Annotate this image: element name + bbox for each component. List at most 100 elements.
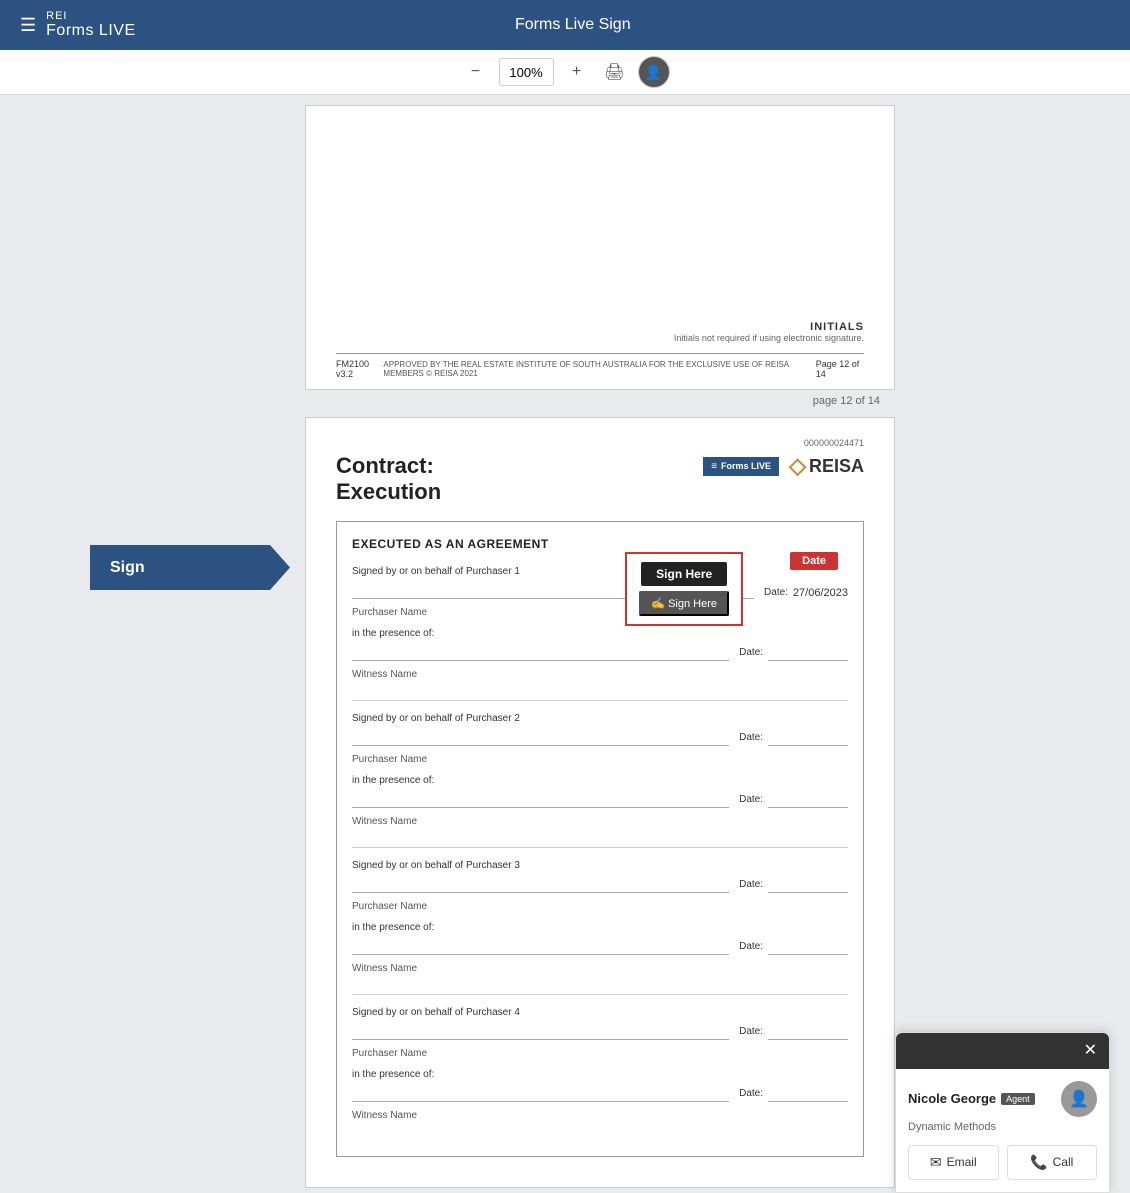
main-area: Sign INITIALS Initials not required if u… — [0, 95, 1130, 1193]
chat-close-button[interactable]: ✕ — [1084, 1043, 1097, 1059]
contract-header: Contract: Execution ≡ Forms LIVE ◇ REISA — [336, 453, 864, 506]
hamburger-icon[interactable]: ☰ — [20, 15, 36, 36]
chat-actions: ✉ Email 📞 Call — [908, 1145, 1097, 1180]
brand-rei: REI — [46, 10, 135, 22]
forms-live-icon: ≡ — [711, 461, 717, 472]
reisa-logo: ◇ REISA — [789, 453, 864, 479]
purchaser-1-presence-label: in the presence of: — [352, 628, 848, 639]
purchaser-3-row: Signed by or on behalf of Purchaser 3 Da… — [352, 860, 848, 974]
purchaser-2-signed-label: Signed by or on behalf of Purchaser 2 — [352, 713, 848, 724]
chat-agent-badge: Agent — [1001, 1093, 1035, 1105]
form-id: FM2100 v3.2 — [336, 359, 383, 379]
purchaser-1-date-row: Date: 27/06/2023 — [764, 587, 848, 599]
zoom-out-button[interactable]: − — [461, 57, 491, 87]
purchaser-1-witness-date-row: Date: — [739, 645, 848, 661]
chat-agent-info: Nicole George Agent — [908, 1091, 1035, 1106]
purchaser-3-date-row: Date: — [739, 877, 848, 893]
chat-avatar: 👤 — [1061, 1081, 1097, 1117]
purchaser-3-date-label: Date: — [739, 879, 763, 890]
app-header: ☰ REI Forms LIVE Forms Live Sign — [0, 0, 1130, 50]
document-area: INITIALS Initials not required if using … — [290, 95, 910, 1193]
page-12-end: INITIALS Initials not required if using … — [305, 105, 895, 390]
purchaser-4-signed-label: Signed by or on behalf of Purchaser 4 — [352, 1007, 848, 1018]
contract-title-block: Contract: Execution — [336, 453, 441, 506]
execution-title: EXECUTED AS AN AGREEMENT — [352, 537, 848, 551]
purchaser-2-witness-sig-line[interactable] — [352, 788, 729, 808]
purchaser-2-witness-date-row: Date: — [739, 792, 848, 808]
purchaser-1-sig-line-row: Date: 27/06/2023 — [352, 579, 848, 599]
purchaser-4-date-row: Date: — [739, 1024, 848, 1040]
purchaser-2-witness-sig-row: Date: — [352, 788, 848, 808]
chat-agent-row: Nicole George Agent 👤 — [908, 1081, 1097, 1117]
purchaser-2-witness-label: Witness Name — [352, 816, 848, 827]
page-info: Page 12 of 14 — [816, 359, 864, 379]
sign-here-popup[interactable]: Sign Here ✍ Sign Here — [625, 552, 743, 626]
purchaser-4-sig-line-row: Date: — [352, 1020, 848, 1040]
purchaser-1-witness-sig-row: Date: — [352, 641, 848, 661]
purchaser-1-name-label: Purchaser Name — [352, 607, 848, 618]
initials-title: INITIALS — [336, 321, 864, 333]
purchaser-3-sig-line[interactable] — [352, 873, 729, 893]
date-badge: Date — [790, 552, 838, 570]
approved-text: APPROVED BY THE REAL ESTATE INSTITUTE OF… — [383, 360, 815, 378]
purchaser-3-witness-date-field[interactable] — [768, 939, 848, 955]
forms-word: Forms — [46, 22, 99, 39]
purchaser-4-witness-sig-line[interactable] — [352, 1082, 729, 1102]
purchaser-4-witness-date-row: Date: — [739, 1086, 848, 1102]
purchaser-1-row: Signed by or on behalf of Purchaser 1 Da… — [352, 566, 848, 680]
document-toolbar: − + 🖨 👤 — [0, 50, 1130, 95]
page-number-bar: page 12 of 14 — [305, 390, 895, 412]
purchaser-2-date-row: Date: — [739, 730, 848, 746]
chat-body: Nicole George Agent 👤 Dynamic Methods ✉ … — [896, 1069, 1109, 1192]
purchaser-1-date-value: 27/06/2023 — [793, 587, 848, 599]
live-word: LIVE — [99, 22, 136, 39]
purchaser-3-date-field[interactable] — [768, 877, 848, 893]
execution-section: EXECUTED AS AN AGREEMENT Sign Here ✍ Sig… — [336, 521, 864, 1157]
purchaser-3-witness-sig-row: Date: — [352, 935, 848, 955]
brand-forms-live: Forms LIVE — [46, 22, 135, 40]
sign-here-button[interactable]: ✍ Sign Here — [639, 591, 729, 616]
sign-here-outer: Sign Here ✍ Sign Here — [625, 552, 743, 626]
print-button[interactable]: 🖨 — [600, 57, 630, 87]
date-badge-label: Date — [802, 555, 826, 567]
purchaser-3-signed-label: Signed by or on behalf of Purchaser 3 — [352, 860, 848, 871]
purchaser-1-witness-sig-line[interactable] — [352, 641, 729, 661]
purchaser-4-witness-date-label: Date: — [739, 1088, 763, 1099]
purchaser-4-witness-label: Witness Name — [352, 1110, 848, 1121]
zoom-input[interactable] — [499, 58, 554, 86]
purchaser-2-row: Signed by or on behalf of Purchaser 2 Da… — [352, 713, 848, 827]
purchaser-4-witness-date-field[interactable] — [768, 1086, 848, 1102]
purchaser-3-witness-date-label: Date: — [739, 941, 763, 952]
page-12-content — [336, 121, 864, 321]
zoom-in-button[interactable]: + — [562, 57, 592, 87]
purchaser-2-sig-line[interactable] — [352, 726, 729, 746]
purchaser-4-date-field[interactable] — [768, 1024, 848, 1040]
contract-logos: ≡ Forms LIVE ◇ REISA — [703, 453, 864, 479]
purchaser-3-presence-label: in the presence of: — [352, 922, 848, 933]
purchaser-2-witness-date-label: Date: — [739, 794, 763, 805]
purchaser-2-date-field[interactable] — [768, 730, 848, 746]
email-icon: ✉ — [930, 1154, 942, 1171]
sign-button-container: Sign — [0, 545, 290, 590]
purchaser-4-date-label: Date: — [739, 1026, 763, 1037]
purchaser-3-name-label: Purchaser Name — [352, 901, 848, 912]
user-avatar-button[interactable]: 👤 — [638, 56, 670, 88]
sign-here-top-label: Sign Here — [641, 562, 727, 586]
reisa-diamond-icon: ◇ — [789, 453, 806, 479]
sign-button[interactable]: Sign — [90, 545, 290, 590]
purchaser-4-witness-sig-row: Date: — [352, 1082, 848, 1102]
purchaser-2-witness-date-field[interactable] — [768, 792, 848, 808]
chat-call-button[interactable]: 📞 Call — [1007, 1145, 1098, 1180]
purchaser-1-witness-label: Witness Name — [352, 669, 848, 680]
email-label: Email — [947, 1155, 977, 1169]
brand-text: REI Forms LIVE — [46, 10, 135, 40]
purchaser-3-witness-sig-line[interactable] — [352, 935, 729, 955]
purchaser-1-signed-label: Signed by or on behalf of Purchaser 1 — [352, 566, 848, 577]
purchaser-3-witness-label: Witness Name — [352, 963, 848, 974]
chat-email-button[interactable]: ✉ Email — [908, 1145, 999, 1180]
purchaser-3-sig-line-row: Date: — [352, 873, 848, 893]
purchaser-1-witness-date-field[interactable] — [768, 645, 848, 661]
purchaser-4-sig-line[interactable] — [352, 1020, 729, 1040]
contract-title: Contract: Execution — [336, 453, 441, 506]
purchaser-2-name-label: Purchaser Name — [352, 754, 848, 765]
